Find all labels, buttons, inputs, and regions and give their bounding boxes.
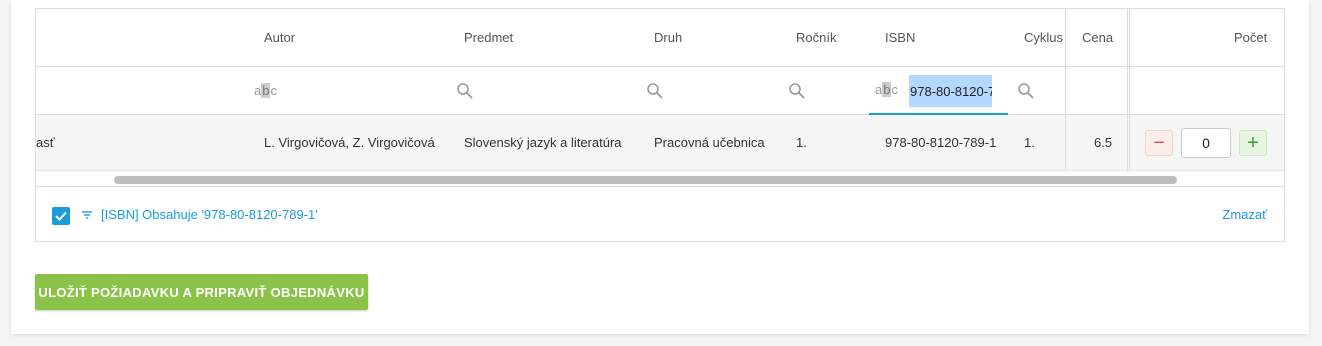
- cell-rocnik: 1.: [796, 135, 807, 150]
- filter-row: abc abc 978-80-8120-789-1: [36, 67, 1284, 115]
- col-header-pocet[interactable]: Počet: [1234, 9, 1284, 66]
- quantity-input[interactable]: 0: [1181, 128, 1231, 158]
- column-divider: [1127, 9, 1128, 171]
- isbn-filter-input[interactable]: abc 978-80-8120-789-1: [869, 67, 1008, 115]
- col-header-rocnik[interactable]: Ročník: [796, 9, 856, 66]
- cell-predmet: Slovenský jazyk a literatúra: [464, 135, 622, 150]
- col-header-cena[interactable]: Cena: [1082, 9, 1122, 66]
- search-icon: [788, 82, 806, 100]
- col-header-autor[interactable]: Autor: [264, 9, 424, 66]
- cell-cena: 6.5: [1094, 135, 1113, 150]
- column-divider: [1129, 9, 1130, 171]
- rocnik-filter-input[interactable]: [788, 67, 818, 114]
- cell-nazov: asť: [36, 135, 55, 150]
- cell-cyklus: 1.: [1024, 135, 1035, 150]
- search-icon: [1017, 82, 1035, 100]
- search-icon: [646, 82, 664, 100]
- increase-button[interactable]: +: [1239, 130, 1267, 156]
- predmet-filter-input[interactable]: [456, 67, 486, 114]
- table-row[interactable]: asť L. Virgovičová, Z. Virgovičová Slove…: [36, 115, 1284, 171]
- column-divider: [1065, 9, 1066, 171]
- cell-isbn: 978-80-8120-789-1: [885, 135, 997, 150]
- cyklus-filter-input[interactable]: [1017, 67, 1047, 114]
- abc-icon: abc: [875, 82, 898, 97]
- filter-icon: [81, 209, 93, 224]
- active-filter-text[interactable]: [ISBN] Obsahuje '978-80-8120-789-1': [101, 207, 318, 222]
- grid-header: Autor Predmet Druh Ročník ISBN Cyklus Ce…: [36, 9, 1284, 67]
- horizontal-scrollbar[interactable]: [114, 176, 1177, 184]
- books-grid: Autor Predmet Druh Ročník ISBN Cyklus Ce…: [35, 8, 1285, 242]
- clear-filter-link[interactable]: Zmazať: [1222, 207, 1267, 222]
- autor-filter-input[interactable]: abc: [254, 67, 284, 114]
- cell-druh: Pracovná učebnica: [654, 135, 765, 150]
- decrease-button[interactable]: −: [1145, 130, 1173, 156]
- col-header-predmet[interactable]: Predmet: [464, 9, 624, 66]
- cell-autor: L. Virgovičová, Z. Virgovičová: [264, 135, 435, 150]
- active-filter-bar: [ISBN] Obsahuje '978-80-8120-789-1' Zmaz…: [36, 186, 1284, 241]
- druh-filter-input[interactable]: [646, 67, 676, 114]
- col-header-cyklus[interactable]: Cyklus: [1024, 9, 1066, 66]
- col-header-isbn[interactable]: ISBN: [885, 9, 965, 66]
- isbn-filter-value[interactable]: 978-80-8120-789-1: [909, 75, 992, 107]
- save-request-button[interactable]: ULOŽIŤ POŽIADAVKU A PRIPRAVIŤ OBJEDNÁVKU: [35, 274, 368, 310]
- search-icon: [456, 82, 474, 100]
- check-icon: [55, 211, 67, 221]
- abc-icon: abc: [254, 83, 277, 98]
- filter-enabled-checkbox[interactable]: [52, 207, 70, 225]
- col-header-druh[interactable]: Druh: [654, 9, 754, 66]
